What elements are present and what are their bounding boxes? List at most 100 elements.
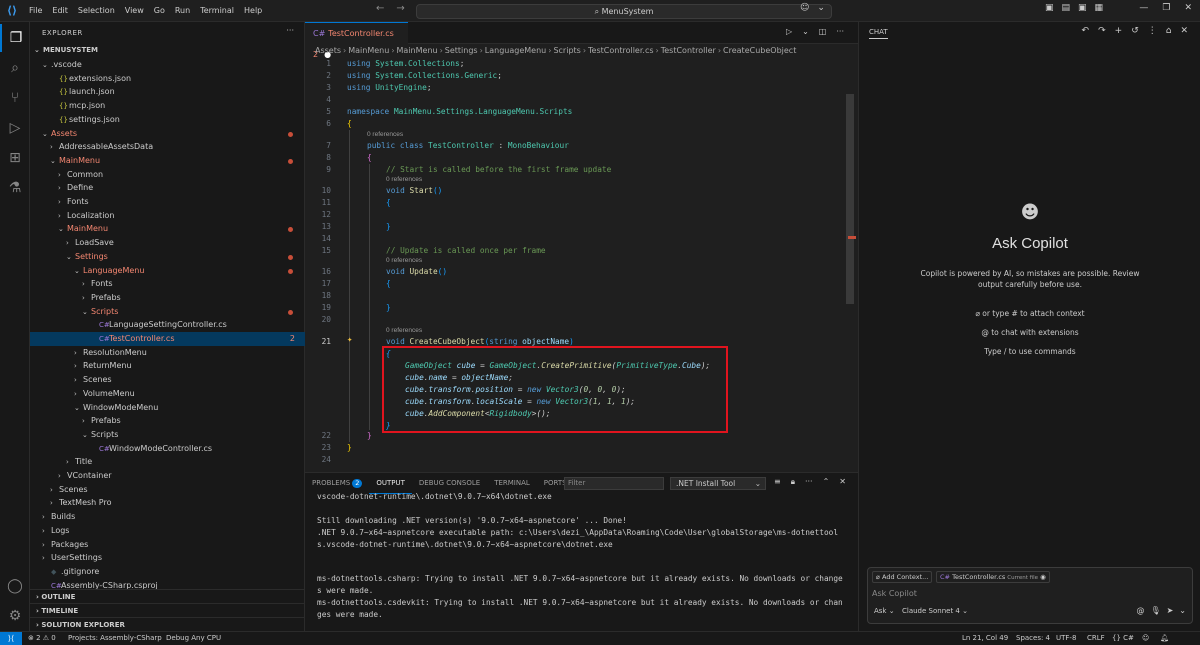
tree-item[interactable]: › Localization <box>30 209 305 223</box>
split-editor-icon[interactable]: ◫ <box>819 27 827 36</box>
mention-icon[interactable]: @ <box>1136 606 1144 615</box>
chat-input[interactable]: Ask Copilot <box>872 589 917 598</box>
close-icon[interactable]: ✕ <box>1180 26 1188 36</box>
tree-item[interactable]: C#TestController.cs 2 <box>30 332 305 346</box>
tab-testcontroller[interactable]: C# TestController.cs 2 ● <box>305 22 408 59</box>
tree-item[interactable]: › ReturnMenu <box>30 359 305 373</box>
breadcrumb-item[interactable]: MainMenu <box>397 46 438 55</box>
more-actions-icon[interactable]: ⋮ <box>1148 26 1157 36</box>
more-actions-icon[interactable]: ··· <box>286 26 294 35</box>
maximize-icon[interactable]: ⌂ <box>1166 26 1172 36</box>
menu-item-selection[interactable]: Selection <box>73 0 120 22</box>
section-solution-explorer[interactable]: › SOLUTION EXPLORER <box>30 617 305 631</box>
breadcrumb-item[interactable]: TestController.cs <box>588 46 653 55</box>
editor-scrollbar[interactable] <box>846 94 854 304</box>
breadcrumb-item[interactable]: CreateCubeObject <box>723 46 796 55</box>
tree-item[interactable]: ⌄ WindowModeMenu <box>30 401 305 415</box>
chat-input-box[interactable]: ⌀ Add Context... C# TestController.cs Cur… <box>867 567 1193 624</box>
tree-item[interactable]: ⌄ MainMenu <box>30 154 305 168</box>
tree-item[interactable]: {}launch.json <box>30 85 305 99</box>
menu-item-view[interactable]: View <box>120 0 149 22</box>
mode-picker[interactable]: Ask ⌄ <box>874 607 895 615</box>
forward-arrow-icon[interactable]: → <box>396 3 404 14</box>
workspace-root[interactable]: ⌄ MENUSYSTEM <box>30 44 305 58</box>
tree-item[interactable]: › Fonts <box>30 195 305 209</box>
menu-item-terminal[interactable]: Terminal <box>195 0 239 22</box>
tree-item[interactable]: › Scenes <box>30 373 305 387</box>
chevron-down-icon[interactable]: ⌄ <box>1179 606 1186 615</box>
back-arrow-icon[interactable]: ← <box>376 3 384 14</box>
history-icon[interactable]: ↺ <box>1131 26 1139 36</box>
tree-item[interactable]: › Scenes <box>30 483 305 497</box>
copilot-menu[interactable]: ☺ ⌄ <box>800 3 825 13</box>
copilot-status-icon[interactable]: ☺ <box>1142 632 1149 645</box>
tree-item[interactable]: ◆ .gitignore <box>30 565 305 579</box>
code-lens-references[interactable]: 0 references <box>386 256 422 266</box>
breadcrumb-item[interactable]: Scripts <box>553 46 580 55</box>
undo-icon[interactable]: ↶ <box>1082 26 1090 36</box>
toggle-secondary-sidebar-icon[interactable]: ▣ <box>1078 3 1087 13</box>
project-status[interactable]: Projects: Assembly-CSharp <box>68 632 162 645</box>
testing-icon[interactable]: ⚗ <box>0 174 30 202</box>
search-icon[interactable]: ⌕ <box>0 54 30 82</box>
remote-icon[interactable]: ⟩⟨ <box>0 632 22 645</box>
tree-item[interactable]: › Logs <box>30 524 305 538</box>
more-actions-icon[interactable]: ··· <box>805 477 813 487</box>
tree-item[interactable]: › Builds <box>30 510 305 524</box>
toggle-sidebar-icon[interactable]: ▣ <box>1045 3 1054 13</box>
add-context-button[interactable]: ⌀ Add Context... <box>872 571 933 583</box>
tree-item[interactable]: {}settings.json <box>30 113 305 127</box>
more-actions-icon[interactable]: ··· <box>836 27 844 36</box>
tree-item[interactable]: {}mcp.json <box>30 99 305 113</box>
run-icon[interactable]: ▷ <box>786 27 792 36</box>
command-center[interactable]: ⌕ MenuSystem <box>416 4 832 19</box>
tree-item[interactable]: › Title <box>30 455 305 469</box>
output-filter-input[interactable]: Filter <box>564 477 664 490</box>
tree-item[interactable]: › VContainer <box>30 469 305 483</box>
source-control-icon[interactable]: ⑂ <box>0 84 30 112</box>
tree-item[interactable]: C#WindowModeController.cs <box>30 442 305 456</box>
current-file-chip[interactable]: C# TestController.cs Current file ◉ <box>936 571 1050 583</box>
tree-item[interactable]: ⌄ LanguageMenu <box>30 264 305 278</box>
lock-icon[interactable]: 🔒︎ <box>791 477 795 487</box>
tree-item[interactable]: ⌄ Scripts <box>30 305 305 319</box>
language-status[interactable]: {} C# <box>1112 632 1134 645</box>
breadcrumb-item[interactable]: LanguageMenu <box>485 46 546 55</box>
tree-item[interactable]: › UserSettings <box>30 551 305 565</box>
tree-item[interactable]: › Common <box>30 168 305 182</box>
tab-terminal[interactable]: TERMINAL <box>487 473 537 493</box>
copilot-icon[interactable]: ☺ <box>800 3 809 13</box>
chat-title[interactable]: CHAT <box>869 26 888 39</box>
tree-item[interactable]: ⌄ Assets <box>30 127 305 141</box>
new-chat-icon[interactable]: + <box>1115 26 1123 36</box>
restore-icon[interactable]: ❐ <box>1162 3 1170 13</box>
menu-item-edit[interactable]: Edit <box>47 0 73 22</box>
microphone-icon[interactable]: 🎙︎ <box>1150 606 1160 615</box>
tree-item[interactable]: › TextMesh Pro <box>30 496 305 510</box>
tree-item[interactable]: ⌄ Settings <box>30 250 305 264</box>
toggle-panel-icon[interactable]: ▤ <box>1062 3 1071 13</box>
customize-layout-icon[interactable]: ▦ <box>1095 3 1104 13</box>
settings-gear-icon[interactable]: ⚙ <box>0 602 30 630</box>
minimize-icon[interactable]: — <box>1139 3 1148 13</box>
output-channel-select[interactable]: .NET Install Tool ⌄ <box>670 477 766 490</box>
indentation-status[interactable]: Spaces: 4 <box>1016 632 1050 645</box>
tree-item[interactable]: {}extensions.json <box>30 72 305 86</box>
tree-item[interactable]: › Packages <box>30 538 305 552</box>
breadcrumb-item[interactable]: Assets <box>315 46 341 55</box>
breadcrumb-item[interactable]: TestController <box>661 46 716 55</box>
code-lens-references[interactable]: 0 references <box>367 130 403 140</box>
model-picker[interactable]: Claude Sonnet 4 ⌄ <box>902 607 968 615</box>
tree-item[interactable]: › Prefabs <box>30 414 305 428</box>
chevron-down-icon[interactable]: ⌄ <box>817 3 825 13</box>
breadcrumb-item[interactable]: Settings <box>445 46 478 55</box>
section-timeline[interactable]: › TIMELINE <box>30 603 305 617</box>
close-panel-icon[interactable]: ✕ <box>839 477 846 487</box>
account-icon[interactable]: ◯ <box>0 572 30 600</box>
tree-item[interactable]: › Prefabs <box>30 291 305 305</box>
tree-item[interactable]: › AddressableAssetsData <box>30 140 305 154</box>
code-lens-references[interactable]: 0 references <box>386 326 422 336</box>
eye-icon[interactable]: ◉ <box>1040 573 1046 581</box>
maximize-panel-icon[interactable]: ⌃ <box>823 477 830 487</box>
close-icon[interactable]: ✕ <box>1184 3 1192 13</box>
